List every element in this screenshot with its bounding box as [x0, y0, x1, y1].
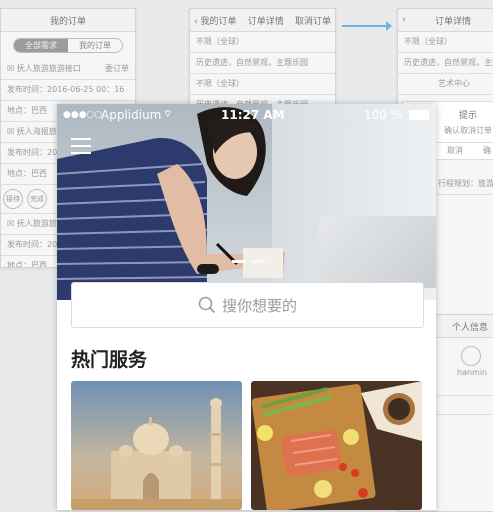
- menu-icon[interactable]: [71, 138, 91, 154]
- bg-orders-title: 我的订单: [49, 16, 86, 27]
- carrier-label: Applidium: [101, 108, 162, 122]
- bg-detail-row: 不限（全球）: [190, 74, 335, 95]
- bg-profile-name: hanmin: [457, 368, 488, 377]
- flow-arrow-icon: [342, 25, 390, 27]
- bg-detail-cancel: 取消订单: [294, 16, 331, 27]
- bg-pill: 完成: [27, 189, 47, 209]
- wifi-icon: ⌔: [163, 109, 173, 120]
- food-image: [251, 381, 422, 510]
- bg-dialog-text: 确认取消订单: [444, 126, 492, 135]
- status-bar: ●●●○○ Applidium ⌔ 11:27 AM 100 %: [57, 106, 436, 124]
- bg-pill: 接待: [3, 189, 23, 209]
- bg-dialog-title: 提示: [458, 111, 477, 121]
- bg-right-title: 订单详情: [434, 16, 471, 27]
- search-placeholder: 搜你想要的: [221, 296, 297, 315]
- hero-person-image: [57, 107, 285, 300]
- signal-icon: ●●●○○: [63, 110, 103, 120]
- service-card-taj[interactable]: [71, 381, 242, 510]
- section-title: 热门服务: [71, 349, 148, 371]
- bg-detail-row: 历史遗迹，自然景观，主题乐园: [190, 53, 335, 74]
- bg-right-row: 艺术中心: [398, 74, 493, 95]
- bg-tab-all: 全部需求: [14, 39, 68, 52]
- bg-order-row: 发布时间：2016-06-25 00：16: [1, 80, 135, 101]
- battery-label: 100 %: [364, 108, 403, 122]
- bg-orders-tabs: 全部需求 我的订单: [13, 38, 123, 53]
- bg-screen-detail: ‹ 我的订单 订单详情 取消订单 不限（全球） 历史遗迹，自然景观，主题乐园 不…: [189, 8, 336, 106]
- bg-screen-profile: 个人信息 hanmin: [434, 314, 493, 512]
- search-input[interactable]: 搜你想要的: [71, 282, 424, 328]
- bg-right-header: ‹ 订单详情: [398, 9, 493, 32]
- bg-profile-row: [435, 377, 493, 396]
- search-icon: [198, 296, 216, 314]
- taj-mahal-image: [71, 398, 242, 510]
- hero-banner: ●●●○○ Applidium ⌔ 11:27 AM 100 %: [57, 104, 436, 300]
- bg-dialog-cancel: 取消: [447, 146, 463, 155]
- service-card-food[interactable]: [251, 381, 422, 510]
- chevron-left-icon: ‹: [402, 15, 406, 25]
- bg-detail-back: ‹ 我的订单: [194, 16, 237, 27]
- battery-icon: [409, 110, 429, 120]
- chevron-left-icon: ‹: [194, 16, 198, 27]
- status-time: 11:27 AM: [221, 108, 285, 122]
- bg-profile-header: 个人信息: [435, 315, 493, 338]
- bg-orders-header: 我的订单: [1, 9, 135, 32]
- bg-detail-header: ‹ 我的订单 订单详情 取消订单: [190, 9, 335, 32]
- bg-detail-title: 订单详情: [247, 16, 284, 27]
- bg-dialog-ok: 确: [483, 146, 491, 155]
- bg-order-row: ☒ 抚人旅游旅游接口 委订单: [1, 59, 135, 80]
- bg-profile-row: [435, 396, 493, 415]
- bg-right-row: 不限（全球）: [398, 32, 493, 53]
- flow-arrowhead-icon: [386, 21, 392, 31]
- phone-screen: ●●●○○ Applidium ⌔ 11:27 AM 100 % 搜你想要的 热…: [57, 104, 436, 510]
- bg-right-row: 历史遗迹，自然景观，主题乐园: [398, 53, 493, 74]
- carousel-indicator: [232, 260, 265, 263]
- carousel-dot[interactable]: [232, 260, 246, 263]
- carousel-dot[interactable]: [251, 260, 265, 263]
- bg-detail-row: 不限（全球）: [190, 32, 335, 53]
- bg-tab-mine: 我的订单: [79, 41, 111, 50]
- bg-order-status: 委订单: [105, 64, 129, 73]
- avatar: [461, 346, 481, 366]
